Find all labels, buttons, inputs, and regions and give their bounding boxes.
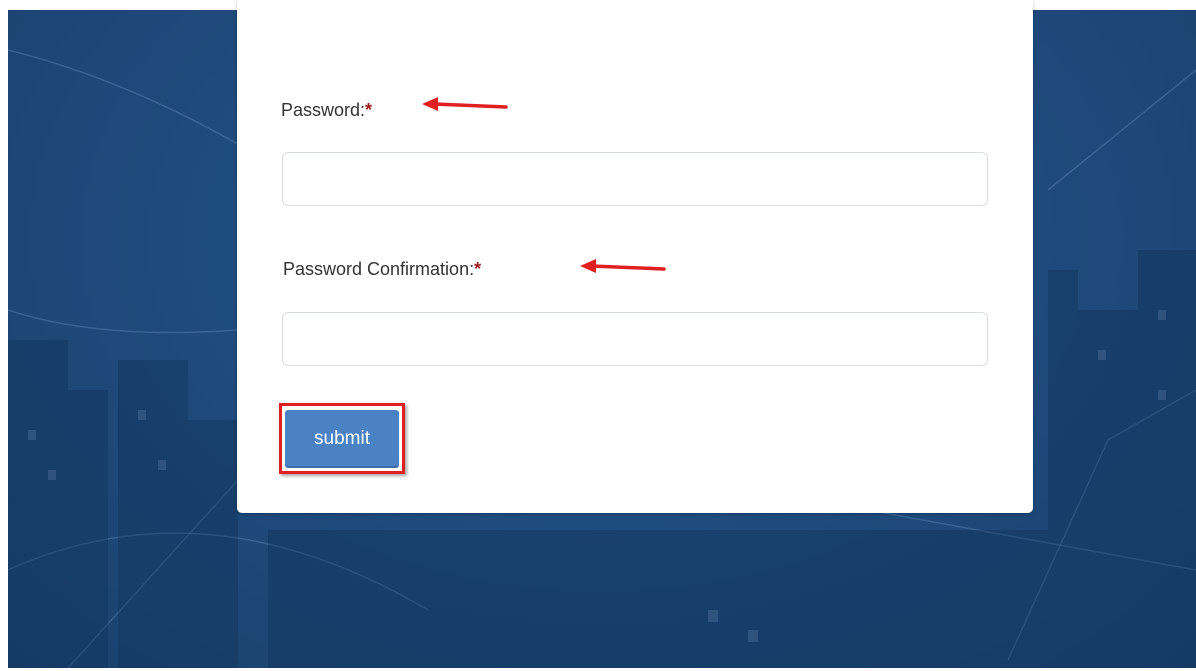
password-confirmation-field[interactable] bbox=[282, 312, 988, 366]
password-confirmation-arrow-annotation bbox=[580, 259, 666, 273]
password-required-mark: * bbox=[365, 100, 373, 120]
password-confirmation-label: Password Confirmation:* bbox=[283, 258, 481, 280]
password-label-text: Password: bbox=[281, 100, 366, 120]
password-confirmation-label-text: Password Confirmation: bbox=[283, 259, 475, 279]
password-arrow-annotation bbox=[422, 97, 508, 111]
password-confirmation-required-mark: * bbox=[474, 259, 482, 279]
password-field[interactable] bbox=[282, 152, 988, 206]
password-label: Password:* bbox=[281, 99, 372, 121]
submit-button[interactable]: submit bbox=[285, 410, 399, 468]
screen: Password:* Password Confirmation:* submi… bbox=[0, 0, 1196, 671]
